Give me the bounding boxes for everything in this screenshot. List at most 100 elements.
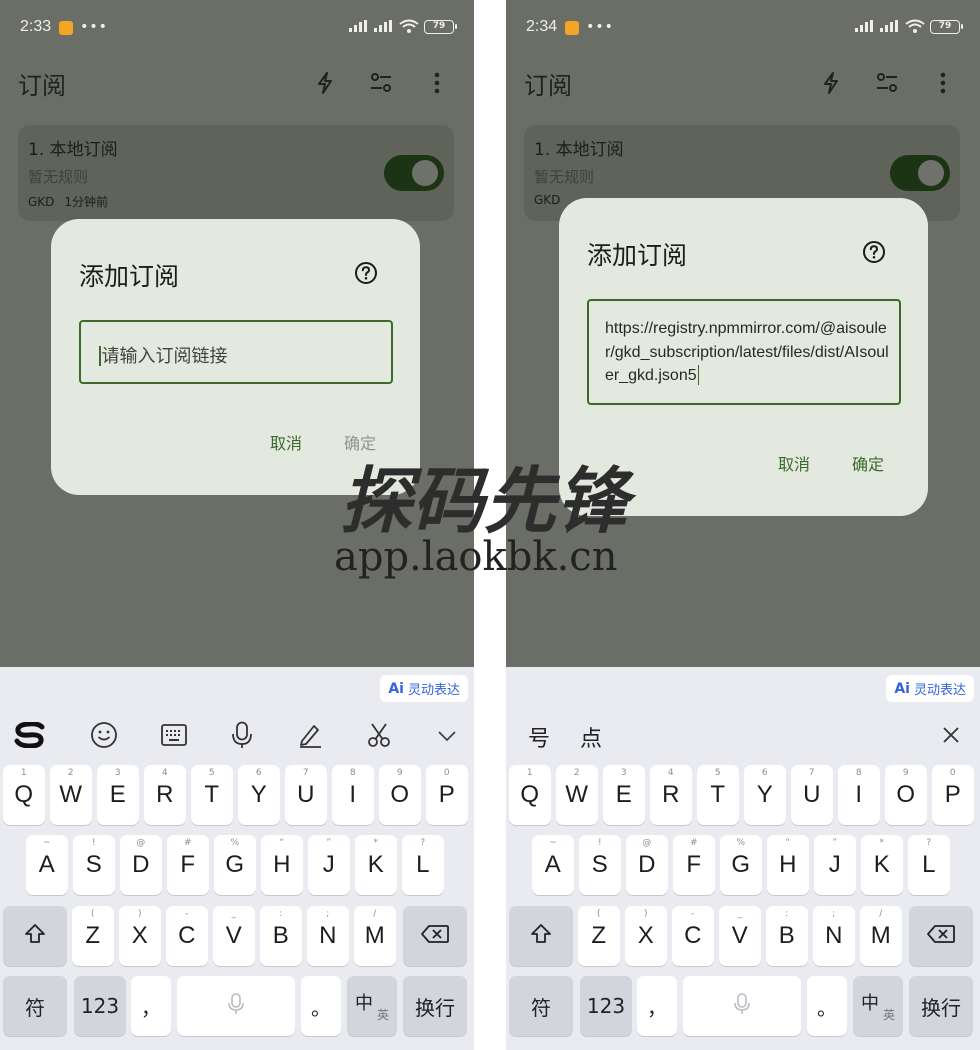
key-i[interactable]: 8I: [332, 765, 374, 825]
key-b[interactable]: :B: [766, 906, 808, 966]
key-n[interactable]: ; N: [813, 906, 855, 966]
more-vert-icon[interactable]: [420, 66, 454, 100]
key-row-1: 1Q2W3E4R5T6Y7U8I9O0P: [0, 765, 474, 825]
key-z[interactable]: (Z: [72, 906, 114, 966]
ai-expression-chip[interactable]: Ai 灵动表达: [886, 675, 974, 702]
backspace-key[interactable]: [403, 906, 467, 966]
symbols-key[interactable]: 符: [3, 976, 67, 1036]
numbers-key[interactable]: 123: [580, 976, 632, 1036]
key-g[interactable]: % G: [214, 835, 256, 895]
key-c[interactable]: -C: [672, 906, 714, 966]
subscription-url-input[interactable]: 请输入订阅链接: [79, 320, 393, 384]
enter-key[interactable]: 换行: [909, 976, 973, 1036]
key-y[interactable]: 6Y: [744, 765, 786, 825]
key-c[interactable]: -C: [166, 906, 208, 966]
key-e[interactable]: 3E: [97, 765, 139, 825]
flash-icon[interactable]: [814, 66, 848, 100]
key-v[interactable]: _ V: [213, 906, 255, 966]
subscription-toggle[interactable]: [384, 155, 444, 191]
key-j[interactable]: ” J: [308, 835, 350, 895]
key-t[interactable]: 5T: [191, 765, 233, 825]
key-y[interactable]: 6Y: [238, 765, 280, 825]
key-j[interactable]: ” J: [814, 835, 856, 895]
key-l[interactable]: ? L: [908, 835, 950, 895]
ai-expression-chip[interactable]: Ai 灵动表达: [380, 675, 468, 702]
key-m[interactable]: / M: [860, 906, 902, 966]
key-f[interactable]: # F: [673, 835, 715, 895]
key-g[interactable]: % G: [720, 835, 762, 895]
more-vert-icon[interactable]: [926, 66, 960, 100]
key-v[interactable]: _ V: [719, 906, 761, 966]
cancel-button[interactable]: 取消: [270, 430, 302, 454]
space-key[interactable]: [177, 976, 295, 1036]
enter-key[interactable]: 换行: [403, 976, 467, 1036]
key-x[interactable]: ) X: [119, 906, 161, 966]
numbers-key[interactable]: 123: [74, 976, 126, 1036]
key-n[interactable]: ; N: [307, 906, 349, 966]
cancel-button[interactable]: 取消: [778, 451, 810, 475]
key-w[interactable]: 2W: [50, 765, 92, 825]
key-l[interactable]: ? L: [402, 835, 444, 895]
key-u[interactable]: 7U: [285, 765, 327, 825]
keyboard-icon[interactable]: [161, 723, 188, 751]
key-s[interactable]: ! S: [73, 835, 115, 895]
collapse-keyboard-icon[interactable]: [436, 728, 458, 747]
key-u[interactable]: 7U: [791, 765, 833, 825]
backspace-key[interactable]: [909, 906, 973, 966]
filter-settings-icon[interactable]: [870, 66, 904, 100]
key-k[interactable]: * K: [861, 835, 903, 895]
candidate-word[interactable]: 号: [528, 721, 550, 753]
symbols-key[interactable]: 符: [509, 976, 573, 1036]
key-w[interactable]: 2W: [556, 765, 598, 825]
space-key[interactable]: [683, 976, 801, 1036]
close-candidates-icon[interactable]: [942, 726, 960, 748]
key-r[interactable]: 4R: [144, 765, 186, 825]
key-q[interactable]: 1Q: [3, 765, 45, 825]
confirm-button[interactable]: 确定: [344, 430, 376, 454]
comma-key[interactable]: ，: [131, 976, 171, 1036]
subscription-card[interactable]: 1. 本地订阅 暂无规则 GKD 1分钟前: [18, 125, 454, 221]
microphone-icon[interactable]: [231, 721, 253, 753]
key-f[interactable]: # F: [167, 835, 209, 895]
period-key[interactable]: 。: [807, 976, 847, 1036]
key-e[interactable]: 3E: [603, 765, 645, 825]
key-r[interactable]: 4R: [650, 765, 692, 825]
language-switch-key[interactable]: 中英: [853, 976, 903, 1036]
key-h[interactable]: “H: [261, 835, 303, 895]
filter-settings-icon[interactable]: [364, 66, 398, 100]
key-k[interactable]: * K: [355, 835, 397, 895]
key-o[interactable]: 9O: [379, 765, 421, 825]
key-d[interactable]: @ D: [120, 835, 162, 895]
candidate-word[interactable]: 点: [580, 721, 602, 753]
key-h[interactable]: “H: [767, 835, 809, 895]
key-p[interactable]: 0P: [932, 765, 974, 825]
key-x[interactable]: ) X: [625, 906, 667, 966]
emoji-icon[interactable]: [90, 721, 118, 753]
clipboard-scissors-icon[interactable]: [366, 722, 392, 752]
key-q[interactable]: 1Q: [509, 765, 551, 825]
key-a[interactable]: ~ A: [26, 835, 68, 895]
handwriting-icon[interactable]: [297, 722, 323, 752]
key-b[interactable]: :B: [260, 906, 302, 966]
help-icon[interactable]: [354, 261, 378, 285]
shift-key[interactable]: [3, 906, 67, 966]
key-t[interactable]: 5T: [697, 765, 739, 825]
confirm-button[interactable]: 确定: [852, 451, 884, 475]
subscription-url-input[interactable]: https://registry.npmmirror.com/@aisouler…: [587, 299, 901, 405]
comma-key[interactable]: ，: [637, 976, 677, 1036]
key-d[interactable]: @ D: [626, 835, 668, 895]
period-key[interactable]: 。: [301, 976, 341, 1036]
key-p[interactable]: 0P: [426, 765, 468, 825]
key-i[interactable]: 8I: [838, 765, 880, 825]
help-icon[interactable]: [862, 240, 886, 264]
key-o[interactable]: 9O: [885, 765, 927, 825]
flash-icon[interactable]: [308, 66, 342, 100]
subscription-toggle[interactable]: [890, 155, 950, 191]
shift-key[interactable]: [509, 906, 573, 966]
language-switch-key[interactable]: 中英: [347, 976, 397, 1036]
key-s[interactable]: ! S: [579, 835, 621, 895]
key-a[interactable]: ~ A: [532, 835, 574, 895]
key-z[interactable]: (Z: [578, 906, 620, 966]
sogou-logo-icon[interactable]: [14, 721, 46, 752]
key-m[interactable]: / M: [354, 906, 396, 966]
